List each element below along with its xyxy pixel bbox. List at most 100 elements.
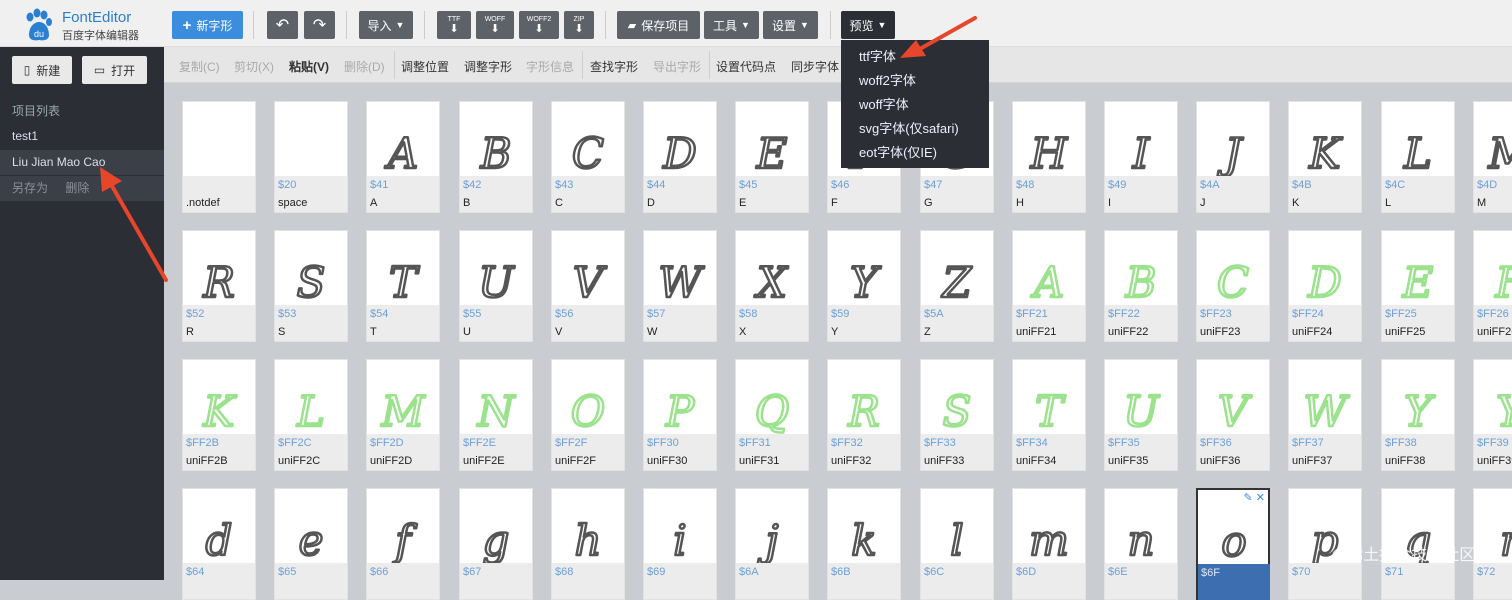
- edit-pencil-icon[interactable]: ✎: [1244, 492, 1253, 504]
- sync-font-button[interactable]: 同步字体: [791, 58, 839, 75]
- glyph-cell[interactable]: Q $FF31 uniFF31: [735, 359, 809, 471]
- tools-dropdown[interactable]: 工具 ▼: [704, 11, 759, 39]
- glyph-cell[interactable]: Y $59 Y: [827, 230, 901, 342]
- glyph-cell[interactable]: W $FF37 uniFF37: [1288, 359, 1362, 471]
- paste-button[interactable]: 粘贴(V): [289, 58, 329, 75]
- glyph-cell[interactable]: R $FF32 uniFF32: [827, 359, 901, 471]
- glyph-cell[interactable]: i $69: [643, 488, 717, 600]
- glyph-cell[interactable]: Y $FF38 uniFF38: [1381, 359, 1455, 471]
- preview-dropdown[interactable]: 预览 ▼: [841, 11, 895, 39]
- glyph-name: uniFF31: [739, 455, 780, 467]
- glyph-cell[interactable]: C $43 C: [551, 101, 625, 213]
- glyph-cell[interactable]: I $49 I: [1104, 101, 1178, 213]
- glyph-preview: F: [1474, 231, 1512, 305]
- save-project-button[interactable]: ▰ 保存项目: [617, 11, 700, 39]
- new-glyph-button[interactable]: + 新字形: [172, 11, 243, 39]
- glyph-cell[interactable]: B $FF22 uniFF22: [1104, 230, 1178, 342]
- glyph-code: $46: [831, 179, 850, 191]
- glyph-cell[interactable]: T $FF34 uniFF34: [1012, 359, 1086, 471]
- copy-button[interactable]: 复制(C): [179, 58, 220, 75]
- glyph-cell[interactable]: K $FF2B uniFF2B: [182, 359, 256, 471]
- glyph-cell[interactable]: P $FF30 uniFF30: [643, 359, 717, 471]
- glyph-cell[interactable]: N $FF2E uniFF2E: [459, 359, 533, 471]
- adjust-glyph-button[interactable]: 调整字形: [464, 58, 512, 75]
- glyph-cell[interactable]: O $FF2F uniFF2F: [551, 359, 625, 471]
- preview-ttf-item[interactable]: ttf字体: [859, 46, 896, 68]
- glyph-cell[interactable]: f $66: [366, 488, 440, 600]
- glyph-cell[interactable]: g $67: [459, 488, 533, 600]
- project-item-test1[interactable]: test1: [0, 124, 164, 149]
- glyph-cell[interactable]: V $FF36 uniFF36: [1196, 359, 1270, 471]
- export-woff2-button[interactable]: WOFF2 ⬇: [519, 11, 559, 39]
- new-project-button[interactable]: ▯ 新建: [12, 56, 72, 84]
- adjust-position-button[interactable]: 调整位置: [401, 58, 449, 75]
- cut-button[interactable]: 剪切(X): [234, 58, 274, 75]
- glyph-cell[interactable]: Z $5A Z: [920, 230, 994, 342]
- glyph-cell[interactable]: B $42 B: [459, 101, 533, 213]
- glyph-cell[interactable]: r $72: [1473, 488, 1512, 600]
- delete-project-link[interactable]: 删除: [65, 181, 89, 195]
- preview-eot-item[interactable]: eot字体(仅IE): [859, 142, 937, 164]
- glyph-cell[interactable]: D $FF24 uniFF24: [1288, 230, 1362, 342]
- glyph-cell[interactable]: H $48 H: [1012, 101, 1086, 213]
- find-glyph-button[interactable]: 查找字形: [590, 58, 638, 75]
- close-icon[interactable]: ✕: [1253, 492, 1265, 504]
- glyph-cell[interactable]: E $45 E: [735, 101, 809, 213]
- glyph-cell[interactable]: o $6F ✎ ✕: [1196, 488, 1270, 600]
- glyph-shape: d: [206, 516, 233, 563]
- glyph-cell[interactable]: L $4C L: [1381, 101, 1455, 213]
- export-zip-button[interactable]: ZIP ⬇: [564, 11, 594, 39]
- glyph-cell[interactable]: J $4A J: [1196, 101, 1270, 213]
- import-dropdown[interactable]: 导入 ▼: [359, 11, 413, 39]
- glyph-cell[interactable]: n $6E: [1104, 488, 1178, 600]
- glyph-cell[interactable]: S $53 S: [274, 230, 348, 342]
- glyph-code: $4D: [1477, 179, 1498, 191]
- glyph-cell[interactable]: U $55 U: [459, 230, 533, 342]
- glyph-cell[interactable]: Y $FF39 uniFF39: [1473, 359, 1512, 471]
- redo-button[interactable]: ↷: [304, 11, 335, 39]
- glyph-cell[interactable]: M $4D M: [1473, 101, 1512, 213]
- glyph-cell[interactable]: V $56 V: [551, 230, 625, 342]
- glyph-cell[interactable]: d $64: [182, 488, 256, 600]
- glyph-cell[interactable]: A $FF21 uniFF21: [1012, 230, 1086, 342]
- open-project-button[interactable]: ▭ 打开: [82, 56, 147, 84]
- preview-svg-item[interactable]: svg字体(仅safari): [859, 118, 959, 140]
- glyph-cell[interactable]: X $58 X: [735, 230, 809, 342]
- project-item-liu-jian-mao-cao[interactable]: Liu Jian Mao Cao: [0, 150, 164, 175]
- glyph-cell[interactable]: E $FF25 uniFF25: [1381, 230, 1455, 342]
- preview-woff2-item[interactable]: woff2字体: [859, 70, 916, 92]
- glyph-preview: Y: [828, 231, 900, 305]
- glyph-cell[interactable]: T $54 T: [366, 230, 440, 342]
- glyph-cell[interactable]: C $FF23 uniFF23: [1196, 230, 1270, 342]
- glyph-cell[interactable]: A $41 A: [366, 101, 440, 213]
- glyph-cell[interactable]: M $FF2D uniFF2D: [366, 359, 440, 471]
- glyph-cell[interactable]: .notdef: [182, 101, 256, 213]
- export-ttf-button[interactable]: TTF ⬇: [437, 11, 471, 39]
- glyph-cell[interactable]: S $FF33 uniFF33: [920, 359, 994, 471]
- glyph-cell[interactable]: F $FF26 uniFF26: [1473, 230, 1512, 342]
- remove-button[interactable]: 删除(D): [344, 58, 385, 75]
- glyph-cell[interactable]: h $68: [551, 488, 625, 600]
- glyph-cell[interactable]: k $6B: [827, 488, 901, 600]
- undo-button[interactable]: ↶: [267, 11, 298, 39]
- glyph-cell[interactable]: L $FF2C uniFF2C: [274, 359, 348, 471]
- save-as-link[interactable]: 另存为: [12, 181, 48, 195]
- glyph-cell[interactable]: W $57 W: [643, 230, 717, 342]
- export-woff-button[interactable]: WOFF ⬇: [476, 11, 514, 39]
- glyph-name: M: [1477, 197, 1487, 209]
- glyph-cell[interactable]: K $4B K: [1288, 101, 1362, 213]
- glyph-cell[interactable]: U $FF35 uniFF35: [1104, 359, 1178, 471]
- glyph-cell[interactable]: R $52 R: [182, 230, 256, 342]
- preview-woff-item[interactable]: woff字体: [859, 94, 909, 116]
- set-codepoint-button[interactable]: 设置代码点: [716, 58, 776, 75]
- glyph-cell[interactable]: l $6C: [920, 488, 994, 600]
- glyph-info-button[interactable]: 字形信息: [526, 58, 574, 75]
- glyph-cell[interactable]: j $6A: [735, 488, 809, 600]
- settings-dropdown[interactable]: 设置 ▼: [763, 11, 818, 39]
- glyph-cell[interactable]: e $65: [274, 488, 348, 600]
- export-glyph-button[interactable]: 导出字形: [653, 58, 701, 75]
- glyph-cell[interactable]: $20 space: [274, 101, 348, 213]
- glyph-info: $FF21 uniFF21: [1013, 305, 1085, 341]
- glyph-cell[interactable]: m $6D: [1012, 488, 1086, 600]
- glyph-cell[interactable]: D $44 D: [643, 101, 717, 213]
